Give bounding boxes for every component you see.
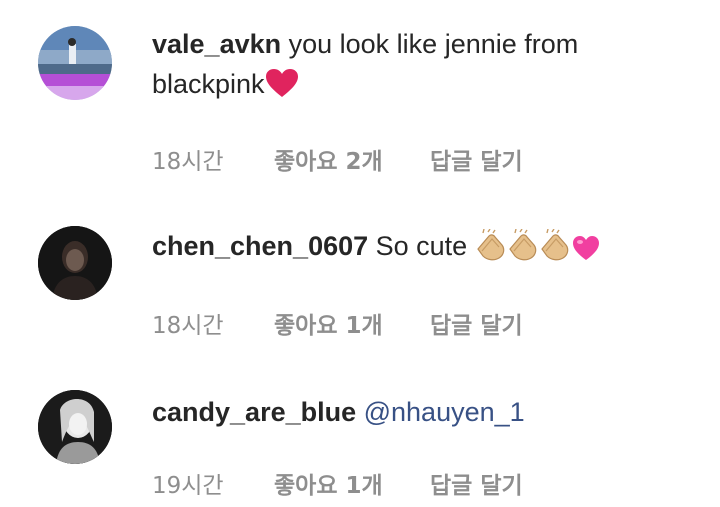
comment-timestamp[interactable]: 18시간 (152, 306, 274, 340)
mention-link[interactable]: @nhauyen_1 (356, 397, 525, 427)
clap-icon (508, 229, 537, 261)
comment-meta: 18시간 좋아요 2개 답글 달기 (152, 142, 523, 176)
comment-text: chen_chen_0607 So cute (152, 226, 672, 266)
comment-body: So cute (368, 231, 475, 261)
comment-timestamp[interactable]: 19시간 (152, 466, 274, 500)
reply-button[interactable]: 답글 달기 (430, 142, 523, 176)
reply-button[interactable]: 답글 달기 (430, 306, 523, 340)
avatar[interactable] (38, 390, 112, 464)
comment-meta: 19시간 좋아요 1개 답글 달기 (152, 466, 523, 500)
avatar[interactable] (38, 26, 112, 100)
comment-username[interactable]: chen_chen_0607 (152, 231, 368, 261)
clap-icon (476, 229, 505, 261)
avatar[interactable] (38, 226, 112, 300)
like-count[interactable]: 좋아요 2개 (274, 142, 430, 176)
pink-heart-icon (572, 236, 599, 260)
comment-body-continued: blackpink (152, 69, 265, 99)
comment-username[interactable]: candy_are_blue (152, 397, 356, 427)
comment-username[interactable]: vale_avkn (152, 29, 281, 59)
reply-button[interactable]: 답글 달기 (430, 466, 523, 500)
comment-meta: 18시간 좋아요 1개 답글 달기 (152, 306, 523, 340)
comment-body: you look like jennie from (281, 29, 579, 59)
avatar-image (38, 226, 112, 300)
avatar-image (38, 26, 112, 100)
heart-icon (265, 69, 298, 97)
clap-icon (540, 229, 569, 261)
like-count[interactable]: 좋아요 1개 (274, 306, 430, 340)
avatar-image (38, 390, 112, 464)
comment-text: candy_are_blue @nhauyen_1 (152, 392, 672, 432)
comment-text: vale_avkn you look like jennie from blac… (152, 24, 672, 104)
like-count[interactable]: 좋아요 1개 (274, 466, 430, 500)
clapping-hands-emoji-group (476, 229, 599, 261)
comment-timestamp[interactable]: 18시간 (152, 142, 274, 176)
